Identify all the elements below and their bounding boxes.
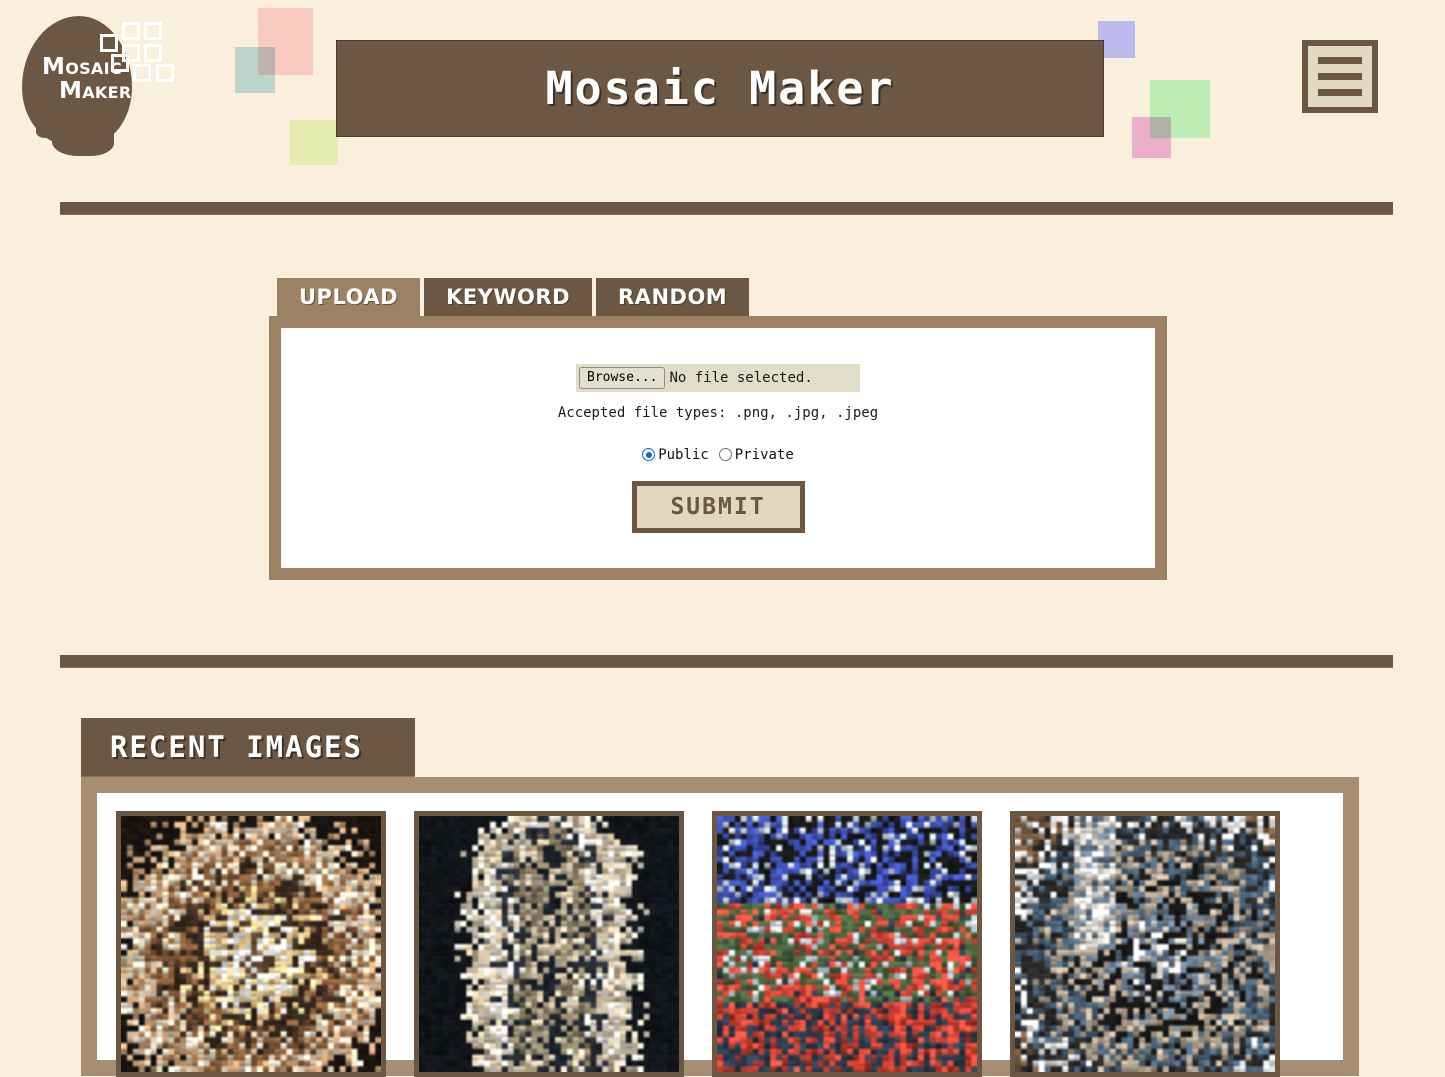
menu-bar-1 [1318,57,1362,64]
thumbnail-3[interactable] [712,811,982,1077]
visibility-radio-group: Public Private [642,447,794,463]
submit-button[interactable]: SUBMIT [631,480,805,533]
mode-tabs: UPLOAD KEYWORD RANDOM [277,278,750,316]
recent-images-grid [97,793,1343,1077]
mosaic-canvas-4 [1015,816,1275,1072]
menu-bar-2 [1318,73,1362,80]
page-title: Mosaic Maker [545,62,895,115]
recent-images-panel [81,777,1359,1077]
browse-button[interactable]: Browse... [579,366,666,389]
mosaic-canvas-1 [121,816,381,1072]
thumbnail-4[interactable] [1010,811,1280,1077]
section-divider-top [60,202,1393,215]
file-status-text: No file selected. [669,369,813,386]
header-banner: Mosaic Maker [336,40,1104,137]
section-divider-bottom [60,655,1393,668]
accepted-file-types-label: Accepted file types: .png, .jpg, .jpeg [557,404,879,421]
decorative-yellow-square [290,120,338,165]
hamburger-menu-icon[interactable] [1302,40,1378,113]
tab-keyword[interactable]: KEYWORD [424,278,593,316]
logo-line-2: MAKER [59,78,132,104]
recent-images-banner: RECENT IMAGES [81,718,415,777]
upload-panel-body: Browse... No file selected. Accepted fil… [281,328,1155,568]
radio-public[interactable]: Public [642,447,709,463]
logo-wordmark: MOSAIC MAKER [42,56,131,103]
tab-upload[interactable]: UPLOAD [277,278,421,316]
logo-line-1: MOSAIC [42,54,122,80]
file-input-row[interactable]: Browse... No file selected. [576,363,860,392]
radio-public-label: Public [658,446,709,463]
radio-private[interactable]: Private [718,446,794,463]
app-logo[interactable]: MOSAIC MAKER [16,4,196,164]
decorative-magenta-square [1132,117,1171,158]
radio-private-dot[interactable] [718,448,732,461]
recent-images-title: RECENT IMAGES [110,730,363,764]
mosaic-canvas-3 [717,816,977,1072]
decorative-blue-square [235,47,275,93]
thumbnail-1[interactable] [116,811,386,1077]
upload-panel: Browse... No file selected. Accepted fil… [269,316,1167,580]
tab-random[interactable]: RANDOM [596,278,750,316]
thumbnail-2[interactable] [414,811,684,1077]
radio-public-dot[interactable] [642,448,656,461]
radio-private-label: Private [734,446,794,463]
mosaic-canvas-2 [419,816,679,1072]
head-neck-shape [52,122,114,156]
menu-bar-3 [1318,89,1362,96]
